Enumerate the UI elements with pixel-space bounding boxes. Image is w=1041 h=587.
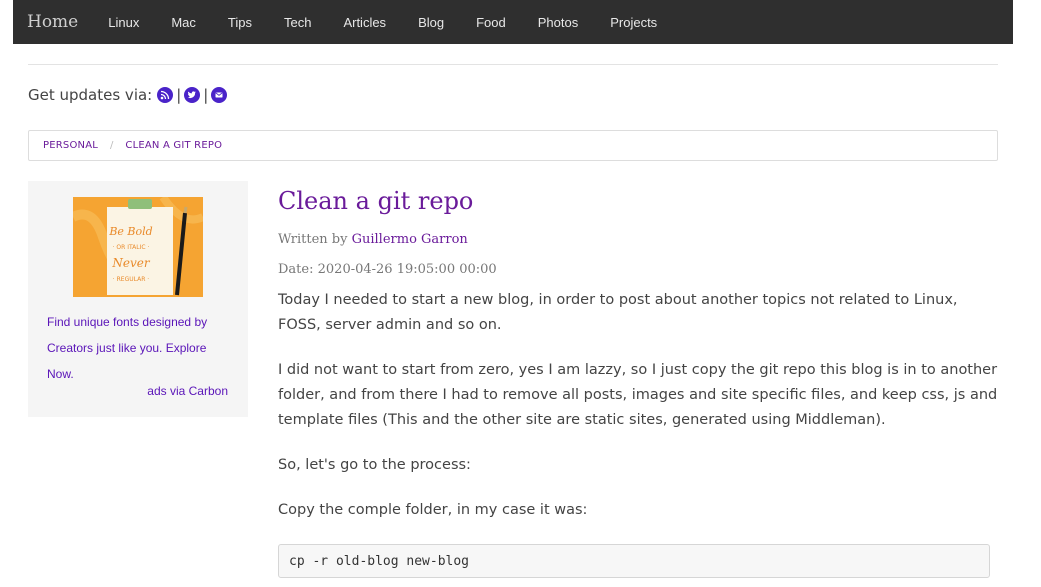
ad-text-link[interactable]: Find unique fonts designed by Creators j… (47, 309, 227, 387)
breadcrumb: Personal / Clean a git repo (28, 130, 998, 161)
nav-link-food[interactable]: Food (460, 15, 522, 30)
svg-text:Be Bold: Be Bold (108, 225, 152, 238)
get-updates-label: Get updates via: (28, 86, 153, 104)
post-date: 2020-04-26 19:05:00 00:00 (317, 262, 497, 277)
carbon-ad: Be Bold · OR ITALIC · Never · REGULAR · … (28, 181, 248, 417)
author-link[interactable]: Guillermo Garron (352, 232, 468, 247)
ads-via-carbon-link[interactable]: ads via Carbon (147, 384, 228, 398)
date-label: Date: (278, 262, 314, 277)
nav-link-projects[interactable]: Projects (594, 15, 673, 30)
separator: | (203, 86, 209, 104)
top-navbar: Home Linux Mac Tips Tech Articles Blog F… (13, 0, 1013, 44)
email-icon[interactable] (211, 87, 228, 103)
post-paragraph: Copy the comple folder, in my case it wa… (278, 502, 588, 518)
post-paragraph: So, let's go to the process: (278, 457, 471, 473)
post-title: Clean a git repo (278, 187, 474, 215)
post-date-line: Date: 2020-04-26 19:05:00 00:00 (278, 262, 497, 277)
breadcrumb-item-personal[interactable]: Personal (43, 140, 98, 151)
svg-text:· REGULAR ·: · REGULAR · (113, 276, 149, 283)
code-block: cp -r old-blog new-blog (278, 544, 990, 578)
separator: | (176, 86, 182, 104)
nav-link-tips[interactable]: Tips (212, 15, 268, 30)
breadcrumb-separator: / (110, 140, 114, 151)
ad-image[interactable]: Be Bold · OR ITALIC · Never · REGULAR · (73, 197, 203, 297)
nav-link-blog[interactable]: Blog (402, 15, 460, 30)
get-updates-row: Get updates via: | | (28, 86, 228, 104)
twitter-icon[interactable] (184, 87, 201, 103)
nav-link-mac[interactable]: Mac (155, 15, 212, 30)
rss-icon[interactable] (157, 87, 174, 103)
post-paragraph: I did not want to start from zero, yes I… (278, 362, 998, 428)
nav-link-articles[interactable]: Articles (327, 15, 402, 30)
written-by-label: Written by (278, 232, 348, 247)
nav-home-link[interactable]: Home (27, 12, 78, 32)
nav-link-photos[interactable]: Photos (522, 15, 594, 30)
nav-link-linux[interactable]: Linux (92, 15, 155, 30)
post-author-line: Written by Guillermo Garron (278, 232, 468, 247)
svg-text:Never: Never (111, 256, 150, 270)
nav-link-tech[interactable]: Tech (268, 15, 327, 30)
divider (28, 64, 998, 65)
breadcrumb-item-current[interactable]: Clean a git repo (125, 140, 222, 151)
svg-text:· OR ITALIC ·: · OR ITALIC · (113, 244, 150, 251)
post-paragraph: Today I needed to start a new blog, in o… (278, 292, 958, 333)
